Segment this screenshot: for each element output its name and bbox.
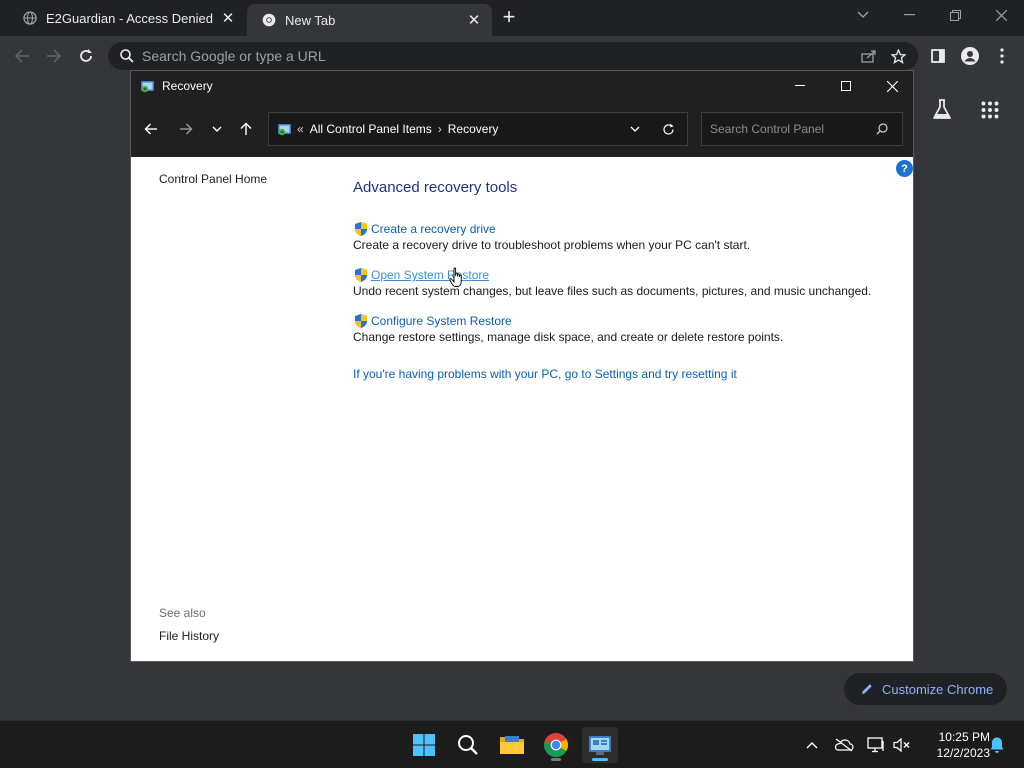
chrome-icon — [261, 12, 277, 28]
start-windows-icon[interactable] — [406, 727, 442, 763]
clock-date: 12/2/2023 — [936, 746, 990, 760]
hand-pointer-cursor-icon — [449, 267, 462, 287]
configure-system-restore-label: Configure System Restore — [371, 314, 512, 328]
reset-pc-settings-link[interactable]: If you're having problems with your PC, … — [353, 367, 737, 381]
pencil-icon — [862, 684, 872, 694]
window-titlebar[interactable]: Recovery — [131, 71, 913, 101]
open-system-restore-description: Undo recent system changes, but leave fi… — [353, 284, 872, 298]
file-explorer-icon[interactable] — [494, 727, 530, 763]
control-panel-window: Recovery « All Control Panel Items › Rec… — [130, 70, 914, 662]
customize-chrome-button[interactable]: Customize Chrome — [844, 673, 1007, 705]
search-icon[interactable] — [450, 727, 486, 763]
tab-e2guardian[interactable]: E2Guardian - Access Denied ✕ — [8, 0, 246, 36]
notification-bell-icon[interactable] — [985, 733, 1009, 757]
uac-shield-icon — [355, 268, 367, 282]
chrome-taskbar-icon[interactable] — [538, 727, 574, 763]
control-panel-icon — [140, 78, 156, 94]
close-window-icon[interactable] — [978, 0, 1024, 30]
volume-muted-icon[interactable] — [890, 733, 914, 757]
forward-arrow-icon[interactable] — [174, 117, 198, 141]
refresh-icon[interactable] — [662, 123, 675, 136]
search-placeholder: Search Control Panel — [710, 122, 825, 136]
content-pane: ? Control Panel Home Advanced recovery t… — [131, 157, 913, 661]
restore-icon[interactable] — [932, 0, 978, 30]
tab-title: New Tab — [285, 12, 336, 28]
back-arrow-icon[interactable] — [8, 42, 36, 70]
more-menu-icon[interactable] — [988, 42, 1016, 70]
show-hidden-icons-chevron-icon[interactable] — [800, 733, 824, 757]
bookmark-star-icon[interactable] — [891, 48, 906, 64]
active-indicator — [592, 758, 608, 761]
breadcrumb-all-control-panel-items[interactable]: All Control Panel Items — [310, 122, 432, 136]
omnibox[interactable]: Search Google or type a URL — [108, 42, 918, 70]
up-arrow-icon[interactable] — [234, 117, 258, 141]
google-apps-icon[interactable] — [976, 96, 1004, 124]
create-recovery-drive-label: Create a recovery drive — [371, 222, 496, 236]
help-icon[interactable]: ? — [896, 160, 913, 177]
breadcrumb-recovery[interactable]: Recovery — [448, 122, 499, 136]
page-title: Advanced recovery tools — [353, 179, 518, 196]
open-system-restore-label: Open System Restore — [371, 268, 490, 282]
search-control-panel-input[interactable]: Search Control Panel — [701, 112, 903, 146]
create-recovery-drive-description: Create a recovery drive to troubleshoot … — [353, 238, 751, 252]
taskbar-clock[interactable]: 10:25 PM 12/2/2023 — [918, 729, 990, 761]
search-icon — [876, 123, 888, 135]
open-system-restore-link[interactable]: Open System Restore — [353, 267, 871, 283]
control-panel-home-link[interactable]: Control Panel Home — [159, 172, 267, 186]
explorer-nav-bar: « All Control Panel Items › Recovery Sea… — [131, 101, 913, 157]
recent-locations-chevron-icon[interactable] — [205, 117, 229, 141]
file-history-link[interactable]: File History — [159, 629, 219, 643]
recovery-tool-configure-restore: Configure System Restore Change restore … — [353, 313, 783, 344]
address-dropdown-chevron-icon[interactable] — [630, 126, 640, 133]
control-panel-icon — [277, 121, 293, 137]
minimize-icon[interactable] — [777, 71, 823, 101]
network-icon[interactable] — [864, 733, 888, 757]
profile-avatar-icon[interactable] — [956, 42, 984, 70]
control-panel-taskbar-icon[interactable] — [582, 727, 618, 763]
customize-chrome-label: Customize Chrome — [882, 681, 994, 697]
tab-search-chevron-icon[interactable] — [840, 0, 886, 30]
reload-icon[interactable] — [72, 42, 100, 70]
new-tab-button[interactable]: + — [498, 6, 520, 28]
clock-time: 10:25 PM — [938, 730, 990, 744]
close-tab-icon[interactable]: ✕ — [218, 8, 238, 28]
back-arrow-icon[interactable] — [139, 117, 163, 141]
labs-flask-icon[interactable] — [928, 96, 956, 124]
close-tab-icon[interactable]: ✕ — [464, 10, 484, 30]
configure-system-restore-description: Change restore settings, manage disk spa… — [353, 330, 784, 344]
taskbar: 10:25 PM 12/2/2023 — [0, 720, 1024, 768]
browser-tab-strip: E2Guardian - Access Denied ✕ New Tab ✕ + — [0, 0, 1024, 36]
address-bar[interactable]: « All Control Panel Items › Recovery — [268, 112, 688, 146]
tab-new-tab[interactable]: New Tab ✕ — [247, 4, 492, 36]
breadcrumb-overflow[interactable]: « — [297, 122, 304, 136]
search-icon — [120, 49, 134, 63]
onedrive-offline-icon[interactable] — [832, 733, 856, 757]
breadcrumb-chevron-icon[interactable]: › — [438, 122, 442, 136]
tab-title: E2Guardian - Access Denied — [46, 10, 213, 26]
create-recovery-drive-link[interactable]: Create a recovery drive — [353, 221, 750, 237]
share-icon[interactable] — [861, 49, 877, 63]
see-also-heading: See also — [159, 606, 206, 620]
close-icon[interactable] — [869, 71, 915, 101]
minimize-icon[interactable] — [886, 0, 932, 30]
uac-shield-icon — [355, 222, 367, 236]
omnibox-placeholder: Search Google or type a URL — [142, 48, 326, 64]
globe-icon — [22, 10, 38, 26]
window-title: Recovery — [162, 79, 213, 93]
forward-arrow-icon[interactable] — [40, 42, 68, 70]
recovery-tool-create-drive: Create a recovery drive Create a recover… — [353, 221, 750, 252]
running-indicator — [551, 758, 561, 761]
maximize-icon[interactable] — [823, 71, 869, 101]
recovery-tool-open-restore: Open System Restore Undo recent system c… — [353, 267, 871, 298]
configure-system-restore-link[interactable]: Configure System Restore — [353, 313, 783, 329]
side-panel-icon[interactable] — [924, 42, 952, 70]
uac-shield-icon — [355, 314, 367, 328]
